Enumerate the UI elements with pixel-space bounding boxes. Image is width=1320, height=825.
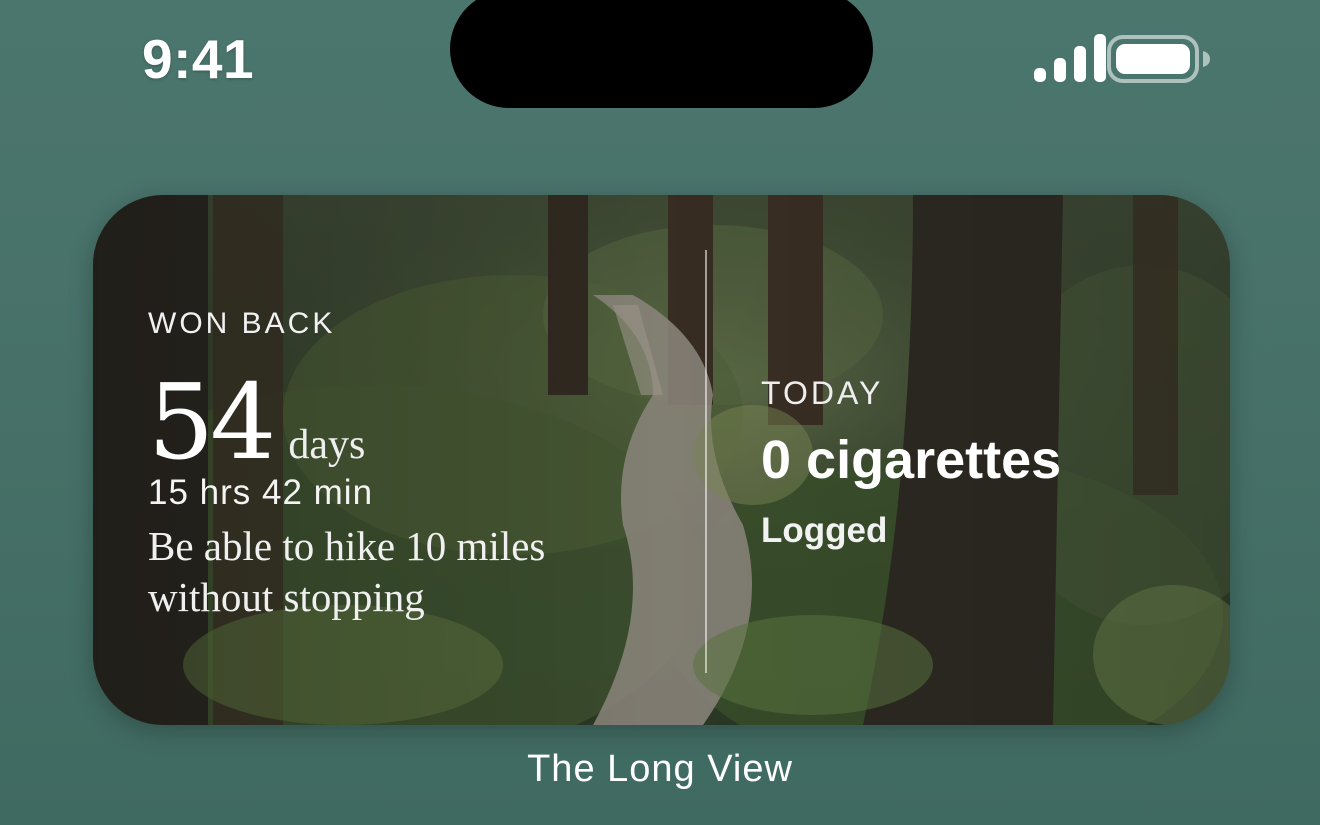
divider	[705, 250, 707, 673]
battery-full-icon	[1107, 35, 1210, 83]
logged-status: Logged	[761, 511, 888, 550]
long-view-widget[interactable]: WON BACK 54 days 15 hrs 42 min Be able to…	[93, 195, 1230, 725]
won-back-label: WON BACK	[148, 307, 336, 340]
cigarette-count: 0 cigarettes	[761, 430, 1062, 490]
goal-text: Be able to hike 10 miles without stoppin…	[148, 523, 546, 620]
cellular-signal-icon	[1034, 34, 1106, 82]
days-number: 54	[148, 361, 276, 483]
status-time: 9:41	[142, 28, 255, 90]
won-back-section: WON BACK 54 days 15 hrs 42 min Be able to…	[148, 195, 668, 725]
today-label: TODAY	[761, 375, 884, 411]
today-section: TODAY 0 cigarettes Logged	[761, 195, 1191, 725]
widget-caption: The Long View	[527, 748, 793, 790]
days-unit: days	[288, 422, 366, 468]
dynamic-island	[450, 0, 873, 108]
time-remaining: 15 hrs 42 min	[148, 473, 374, 512]
days-counter: 54 days	[148, 367, 365, 477]
